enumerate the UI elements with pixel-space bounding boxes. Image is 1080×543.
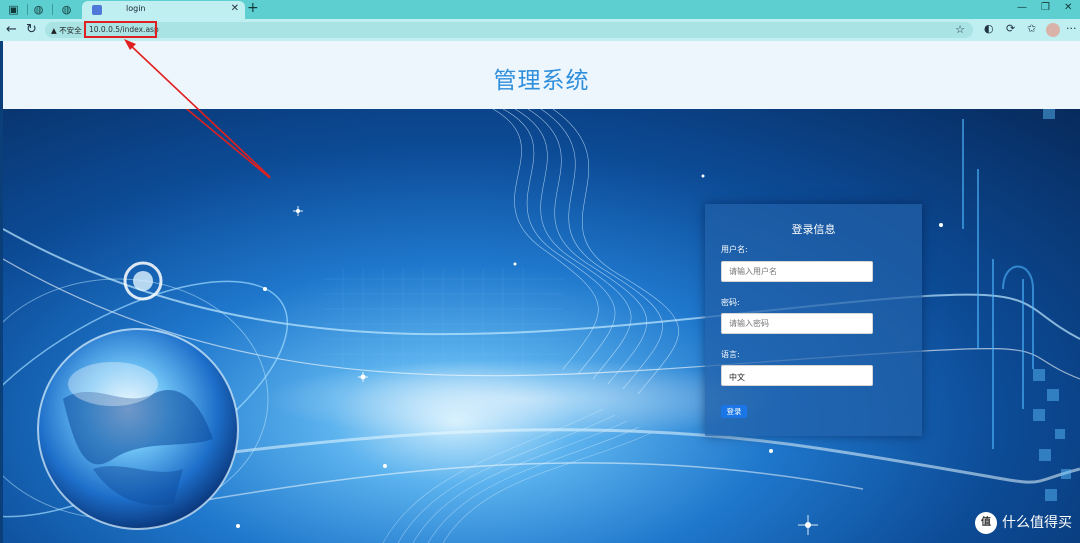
background-image: 登录信息 用户名: 密码: 语言: 中文 登录 值什么值得买 [3,109,1080,543]
username-input[interactable] [721,261,873,282]
password-input[interactable] [721,313,873,334]
username-label: 用户名: [721,245,748,254]
favorite-star-icon[interactable]: ☆ [955,23,965,36]
browser-tabbar: ▣ ◍ ◍ login ✕ + — ❐ ✕ [0,0,1080,19]
close-icon[interactable]: ✕ [231,3,239,14]
extension-icon[interactable]: ◐ [984,22,994,35]
tab-login[interactable]: login ✕ [82,1,245,19]
page-title: 管理系统 [493,68,590,94]
login-button[interactable]: 登录 [721,405,747,418]
refresh-extension-icon[interactable]: ⟳ [1006,22,1015,35]
back-icon[interactable]: ← [6,22,17,37]
language-select[interactable]: 中文 [721,365,873,386]
annotation-box [84,21,157,38]
login-card: 登录信息 用户名: 密码: 语言: 中文 登录 [705,204,922,436]
watermark: 值什么值得买 [975,512,1072,534]
globe-icon[interactable]: ◍ [32,3,45,16]
more-menu-icon[interactable]: ··· [1066,22,1077,35]
login-title: 登录信息 [791,223,836,236]
minimize-icon[interactable]: — [1017,2,1027,13]
divider [27,4,28,15]
page-header: 管理系统 [3,41,1080,109]
language-label: 语言: [721,350,740,359]
tab-actions-icon[interactable]: ▣ [7,3,20,16]
page-content: 管理系统 登录信息 用户名: 请输入用户名 密码: 语言: 中文 登录 值 什么… [0,41,1080,543]
avatar[interactable] [1046,23,1060,37]
tab-title: login [126,4,146,13]
favicon-icon [92,5,102,15]
close-window-icon[interactable]: ✕ [1064,2,1072,13]
divider [52,4,53,15]
refresh-icon[interactable]: ↻ [26,22,37,37]
watermark-text: 什么值得买 [1002,515,1072,531]
new-tab-button[interactable]: + [247,0,259,16]
address-input[interactable]: ▲ 不安全 10.0.0.5/index.asp ☆ [45,22,973,38]
address-bar-row: ← ↻ ▲ 不安全 10.0.0.5/index.asp ☆ ◐ ⟳ ✩ ··· [0,19,1080,41]
insecure-badge[interactable]: ▲ 不安全 [51,25,82,36]
watermark-logo: 值 [975,512,997,534]
restore-icon[interactable]: ❐ [1041,2,1050,13]
password-label: 密码: [721,298,740,307]
favorites-icon[interactable]: ✩ [1027,22,1036,35]
globe-icon[interactable]: ◍ [60,3,73,16]
